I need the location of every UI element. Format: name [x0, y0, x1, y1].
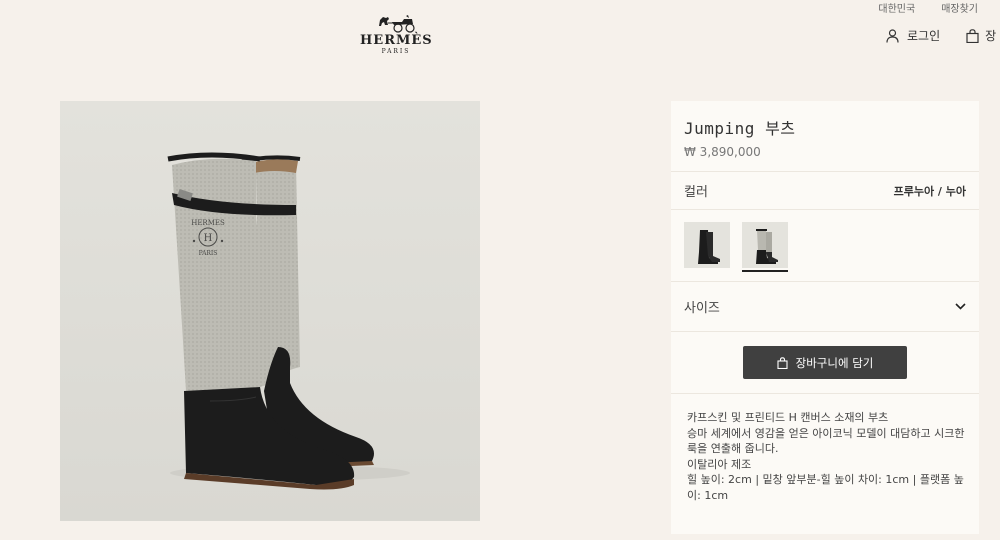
carriage-icon — [379, 15, 415, 33]
user-icon — [886, 28, 899, 43]
swatch-selected-line — [742, 270, 788, 272]
store-finder-link[interactable]: 매장찾기 — [941, 0, 978, 15]
product-price: ₩ 3,890,000 — [684, 145, 761, 159]
description-line-3: 이탈리아 제조 — [687, 457, 752, 471]
swatch-canvas-black-image — [742, 222, 788, 268]
color-swatches — [671, 210, 979, 282]
product-description: 카프스킨 및 프린티드 H 캔버스 소재의 부츠 승마 세계에서 영감을 얻은 … — [671, 394, 979, 534]
product-page: 대한민국 매장찾기 HERMÈS PARIS 로그인 장 HERMES H PA… — [0, 0, 1000, 540]
emblem-city: PARIS — [199, 250, 218, 257]
logo-name: HERMÈS — [360, 33, 433, 48]
chevron-down-icon — [955, 303, 966, 310]
utility-bar: 대한민국 매장찾기 — [878, 0, 978, 15]
swatch-black[interactable] — [684, 222, 730, 272]
color-value: 프루누아 / 누아 — [893, 184, 966, 198]
emblem-brand: HERMES — [191, 219, 225, 227]
product-title: Jumping 부츠 — [684, 119, 796, 138]
add-to-cart-label: 장바구니에 담기 — [795, 355, 874, 370]
boots-illustration: HERMES H PARIS — [167, 152, 410, 490]
region-link[interactable]: 대한민국 — [878, 0, 915, 15]
add-to-cart-button[interactable]: 장바구니에 담기 — [743, 346, 907, 379]
title-block: Jumping 부츠 ₩ 3,890,000 — [671, 101, 979, 172]
login-button[interactable]: 로그인 — [886, 27, 940, 44]
cart-label: 장 — [985, 29, 997, 43]
logo-city: PARIS — [381, 48, 411, 55]
description-line-4: 힐 높이: 2cm | 밑창 앞부분-힐 높이 차이: 1cm | 플랫폼 높이… — [687, 473, 964, 502]
swatch-black-image — [684, 222, 730, 268]
emblem-letter: H — [204, 233, 213, 244]
swatch-canvas-black[interactable] — [742, 222, 788, 272]
cart-button[interactable]: 장 — [966, 27, 996, 44]
product-info-panel: Jumping 부츠 ₩ 3,890,000 컬러 프루누아 / 누아 사이즈 … — [671, 101, 979, 534]
color-row: 컬러 프루누아 / 누아 — [671, 172, 979, 210]
description-line-1: 카프스킨 및 프린티드 H 캔버스 소재의 부츠 — [687, 411, 889, 424]
add-to-cart-block: 장바구니에 담기 — [671, 332, 979, 394]
brand-logo[interactable]: HERMÈS PARIS — [360, 14, 432, 56]
color-label: 컬러 — [684, 185, 708, 200]
description-line-2: 승마 세계에서 영감을 얻은 아이코닉 모델이 대담하고 시크한 룩을 연출해 … — [687, 426, 965, 456]
shopping-bag-icon — [777, 356, 788, 369]
header-actions: 로그인 장 — [886, 27, 996, 44]
shopping-bag-icon — [966, 28, 979, 43]
size-selector[interactable]: 사이즈 — [671, 282, 979, 332]
size-label: 사이즈 — [684, 301, 720, 316]
login-label: 로그인 — [907, 29, 941, 43]
product-image[interactable]: HERMES H PARIS — [60, 101, 480, 521]
